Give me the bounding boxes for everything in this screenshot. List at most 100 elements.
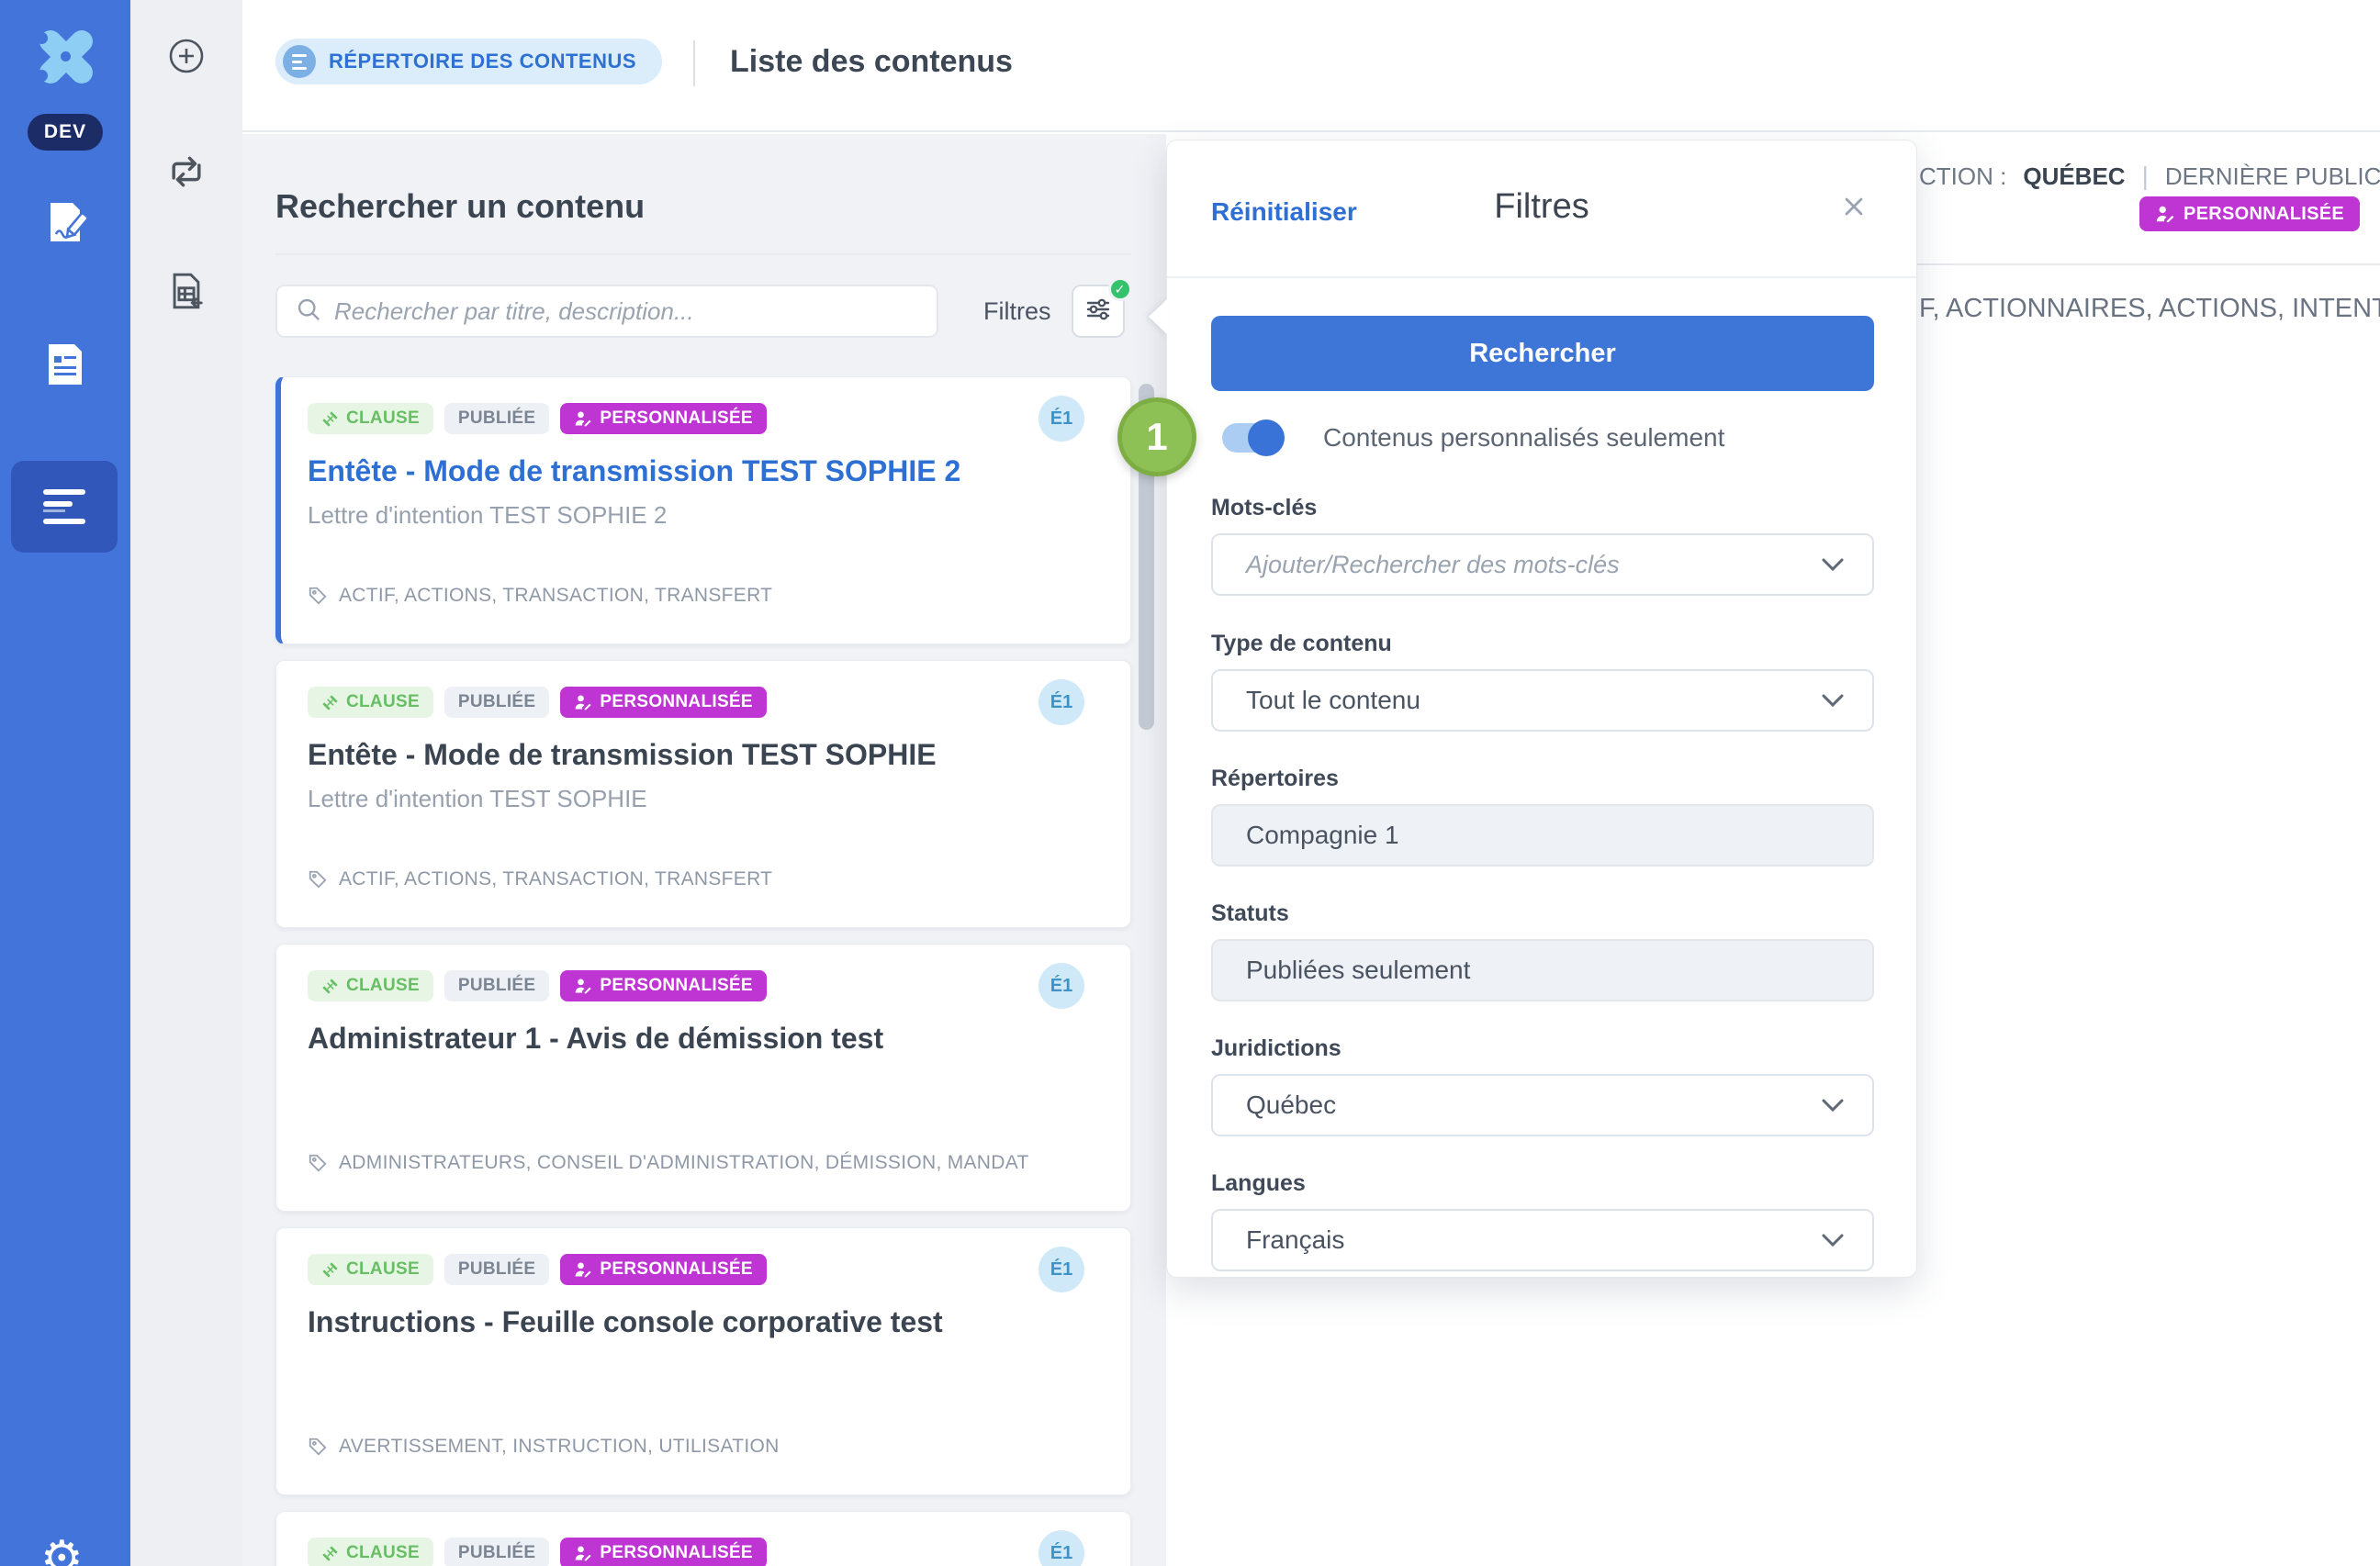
edition-badge: É1	[1038, 1247, 1084, 1292]
languages-select[interactable]: Français	[1211, 1209, 1874, 1271]
gavel-icon	[321, 1261, 339, 1279]
personalized-toggle-row: Contenus personnalisés seulement	[1222, 423, 1724, 453]
plus-circle-icon	[167, 37, 206, 80]
filters-active-check-icon: ✓	[1108, 277, 1132, 301]
repeat-arrows-icon	[167, 154, 206, 194]
clause-badge: CLAUSE	[308, 403, 433, 434]
sidebar-item-editor[interactable]	[0, 200, 130, 244]
chevron-down-icon	[1821, 693, 1845, 708]
primary-sidebar: DEV	[0, 0, 130, 1566]
breadcrumb-label: RÉPERTOIRE DES CONTENUS	[329, 50, 636, 73]
content-card[interactable]: CLAUSE PUBLIÉE PERSONNALISÉE É1	[275, 1511, 1131, 1566]
card-tags: ADMINISTRATEURS, CONSEIL D'ADMINISTRATIO…	[308, 1152, 1029, 1174]
breadcrumb[interactable]: RÉPERTOIRE DES CONTENUS	[275, 39, 662, 84]
content-type-value: Tout le contenu	[1246, 686, 1821, 715]
badge-row: CLAUSE PUBLIÉE PERSONNALISÉE	[308, 687, 1130, 718]
repertoire-icon	[283, 45, 316, 78]
toggle-label[interactable]: Contenus personnalisés seulement	[1323, 423, 1724, 453]
status-value: Publiées seulement	[1246, 956, 1845, 985]
add-content-button[interactable]	[130, 37, 242, 80]
detail-tags-line: F, ACTIONNAIRES, ACTIONS, INTENTION, TRA…	[1919, 294, 2380, 324]
gavel-icon	[321, 978, 339, 995]
keywords-label: Mots-clés	[1211, 495, 1874, 521]
sidebar-item-content-list-active[interactable]	[11, 461, 118, 553]
personalized-badge: PERSONNALISÉE	[560, 1254, 767, 1285]
jurisdictions-value: Québec	[1246, 1091, 1821, 1120]
content-list-column: Rechercher un contenu Filtres	[242, 134, 1166, 1566]
published-badge: PUBLIÉE	[444, 687, 549, 718]
edition-badge: É1	[1038, 963, 1084, 1009]
sidebar-item-documents[interactable]	[0, 343, 130, 386]
panel-arrow	[1149, 298, 1168, 335]
directories-value: Compagnie 1	[1246, 821, 1845, 850]
badge-row: CLAUSE PUBLIÉE PERSONNALISÉE	[308, 1254, 1130, 1285]
user-edit-icon	[574, 1544, 592, 1562]
page-title: Liste des contenus	[730, 44, 1013, 80]
card-title: Entête - Mode de transmission TEST SOPHI…	[308, 738, 1130, 772]
personalized-badge: PERSONNALISÉE	[560, 403, 767, 434]
badge-row: CLAUSE PUBLIÉE PERSONNALISÉE	[308, 970, 1130, 1001]
directories-label: Répertoires	[1211, 766, 1874, 792]
content-card[interactable]: CLAUSE PUBLIÉE PERSONNALISÉE Entête - Mo…	[275, 660, 1131, 928]
card-title: Entête - Mode de transmission TEST SOPHI…	[308, 454, 1130, 488]
search-icon	[296, 296, 321, 327]
chevron-down-icon	[1821, 1233, 1845, 1247]
jurisdictions-field-group: Juridictions Québec	[1211, 1035, 1874, 1136]
user-edit-icon	[574, 693, 592, 711]
card-tags: ACTIF, ACTIONS, TRANSACTION, TRANSFERT	[308, 868, 772, 890]
languages-label: Langues	[1211, 1170, 1874, 1197]
gavel-icon	[321, 1545, 339, 1562]
card-subtitle: Lettre d'intention TEST SOPHIE	[308, 785, 1130, 813]
jurisdictions-select[interactable]: Québec	[1211, 1074, 1874, 1136]
tag-icon	[308, 1437, 328, 1457]
content-card[interactable]: CLAUSE PUBLIÉE PERSONNALISÉE Entête - Mo…	[275, 376, 1131, 644]
content-card[interactable]: CLAUSE PUBLIÉE PERSONNALISÉE Administrat…	[275, 944, 1131, 1212]
filters-panel: Réinitialiser Filtres Rechercher Contenu…	[1166, 140, 1917, 1278]
app-logo-icon[interactable]	[28, 26, 97, 86]
heading-divider	[275, 253, 1131, 255]
clause-badge: CLAUSE	[308, 1254, 433, 1285]
languages-field-group: Langues Français	[1211, 1170, 1874, 1271]
published-badge: PUBLIÉE	[444, 1254, 549, 1285]
personalized-only-toggle[interactable]	[1222, 423, 1281, 453]
card-tags: AVERTISSEMENT, INSTRUCTION, UTILISATION	[308, 1436, 780, 1458]
keywords-field-group: Mots-clés Ajouter/Rechercher des mots-cl…	[1211, 495, 1874, 596]
document-list-icon	[45, 343, 85, 386]
transfer-button[interactable]	[130, 154, 242, 194]
edition-badge: É1	[1038, 1530, 1084, 1566]
card-title: Instructions - Feuille console corporati…	[308, 1305, 1130, 1339]
card-list: CLAUSE PUBLIÉE PERSONNALISÉE Entête - Mo…	[275, 376, 1131, 1566]
apply-search-button[interactable]: Rechercher	[1211, 316, 1874, 391]
close-icon[interactable]	[1839, 192, 1869, 226]
keywords-placeholder: Ajouter/Rechercher des mots-clés	[1246, 551, 1821, 579]
languages-value: Français	[1246, 1225, 1821, 1255]
card-subtitle: Lettre d'intention TEST SOPHIE 2	[308, 501, 1130, 530]
detail-personalized-badge: PERSONNALISÉE	[2139, 196, 2360, 231]
gavel-icon	[321, 694, 339, 711]
meta-jurisdiction: QUÉBEC	[2023, 162, 2125, 191]
meta-pipe: |	[2142, 162, 2149, 191]
keywords-select[interactable]: Ajouter/Rechercher des mots-clés	[1211, 533, 1874, 596]
personalized-badge: PERSONNALISÉE	[560, 687, 767, 718]
content-type-select[interactable]: Tout le contenu	[1211, 669, 1874, 732]
edition-badge: É1	[1038, 396, 1084, 442]
search-box	[275, 285, 938, 338]
published-badge: PUBLIÉE	[444, 970, 549, 1001]
user-edit-icon	[2155, 204, 2175, 224]
card-title: Administrateur 1 - Avis de démission tes…	[308, 1022, 1130, 1056]
directories-field-group: Répertoires Compagnie 1	[1211, 766, 1874, 867]
tag-icon	[308, 869, 328, 889]
status-field-group: Statuts Publiées seulement	[1211, 900, 1874, 1001]
top-header: RÉPERTOIRE DES CONTENUS Liste des conten…	[242, 0, 2380, 132]
export-table-button[interactable]	[130, 272, 242, 315]
settings-gear-icon[interactable]: ⚙	[40, 1531, 84, 1566]
filters-button[interactable]: ✓	[1072, 285, 1125, 338]
search-row: Filtres ✓	[275, 285, 1131, 338]
detail-divider	[1917, 263, 2380, 265]
meta-prefix: CTION :	[1919, 162, 2006, 191]
toggle-knob	[1248, 419, 1285, 456]
content-type-label: Type de contenu	[1211, 631, 1874, 657]
content-card[interactable]: CLAUSE PUBLIÉE PERSONNALISÉE Instruction…	[275, 1227, 1131, 1495]
personalized-badge: PERSONNALISÉE	[560, 1538, 767, 1566]
search-input[interactable]	[334, 297, 918, 326]
